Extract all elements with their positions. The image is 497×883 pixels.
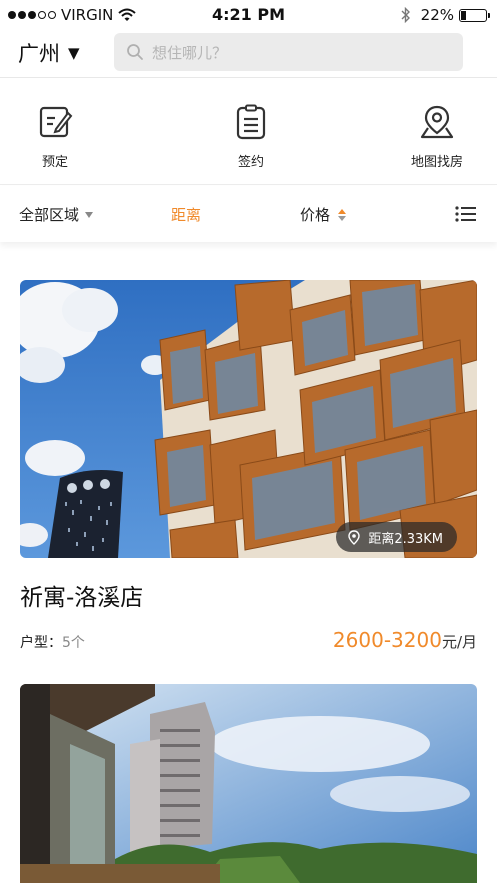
contract-document-icon bbox=[236, 104, 266, 140]
quick-actions: 预定 签约 地图找房 bbox=[0, 79, 497, 185]
filter-area[interactable]: 全部区域 bbox=[19, 204, 94, 225]
filter-bar: 全部区域 距离 价格 bbox=[0, 186, 497, 242]
top-header: 广州 ▼ 想住哪儿？ bbox=[0, 30, 497, 78]
status-right: 22% bbox=[401, 6, 490, 24]
listing-photo bbox=[20, 684, 477, 883]
listing-meta: 户型：5个 2600-3200元/月 bbox=[20, 628, 477, 654]
location-pin-icon bbox=[348, 529, 361, 545]
filter-price-label: 价格 bbox=[300, 206, 331, 224]
action-label: 地图找房 bbox=[410, 155, 463, 170]
edit-note-icon bbox=[39, 106, 73, 138]
city-selector[interactable]: 广州 ▼ bbox=[18, 38, 80, 68]
listing-card[interactable]: 距离2.33KM 祈寓-洛溪店 户型：5个 2600-3200元/月 bbox=[20, 280, 477, 654]
filter-area-label: 全部区域 bbox=[19, 206, 80, 224]
search-placeholder: 想住哪儿？ bbox=[152, 43, 228, 62]
distance-label: 距离2.33KM bbox=[368, 531, 443, 547]
dropdown-arrow-icon bbox=[85, 211, 94, 218]
room-type-label: 户型： bbox=[20, 635, 62, 651]
listing-photo: 距离2.33KM bbox=[20, 280, 477, 558]
room-type: 户型：5个 bbox=[20, 632, 85, 652]
search-input[interactable]: 想住哪儿？ bbox=[114, 33, 463, 71]
battery-percent: 22% bbox=[420, 6, 454, 24]
listing-card[interactable] bbox=[20, 684, 477, 883]
action-label: 签约 bbox=[237, 155, 264, 170]
battery-icon bbox=[459, 8, 490, 22]
list-menu-icon[interactable] bbox=[455, 205, 477, 223]
price-range: 2600-3200 bbox=[332, 628, 442, 652]
price-unit: 元/月 bbox=[441, 633, 477, 651]
filter-distance-label: 距离 bbox=[171, 206, 202, 224]
search-icon bbox=[127, 44, 143, 60]
room-type-count: 5个 bbox=[62, 635, 85, 651]
listing-title: 祈寓-洛溪店 bbox=[20, 585, 144, 611]
city-name: 广州 bbox=[18, 42, 60, 66]
filter-price[interactable]: 价格 bbox=[300, 204, 347, 225]
action-contract[interactable]: 签约 bbox=[196, 104, 306, 170]
action-booking[interactable]: 预定 bbox=[0, 104, 110, 170]
sort-icon bbox=[338, 208, 347, 221]
action-map-search[interactable]: 地图找房 bbox=[382, 104, 492, 170]
map-pin-icon bbox=[420, 105, 454, 139]
filter-distance[interactable]: 距离 bbox=[171, 204, 201, 225]
distance-badge: 距离2.33KM bbox=[336, 522, 457, 552]
building-photo bbox=[20, 280, 477, 558]
listing-price: 2600-3200元/月 bbox=[333, 628, 477, 652]
action-label: 预定 bbox=[41, 155, 68, 170]
bluetooth-icon bbox=[401, 7, 410, 23]
chevron-down-icon: ▼ bbox=[68, 44, 80, 62]
status-bar: VIRGIN 4:21 PM 22% bbox=[0, 0, 497, 30]
